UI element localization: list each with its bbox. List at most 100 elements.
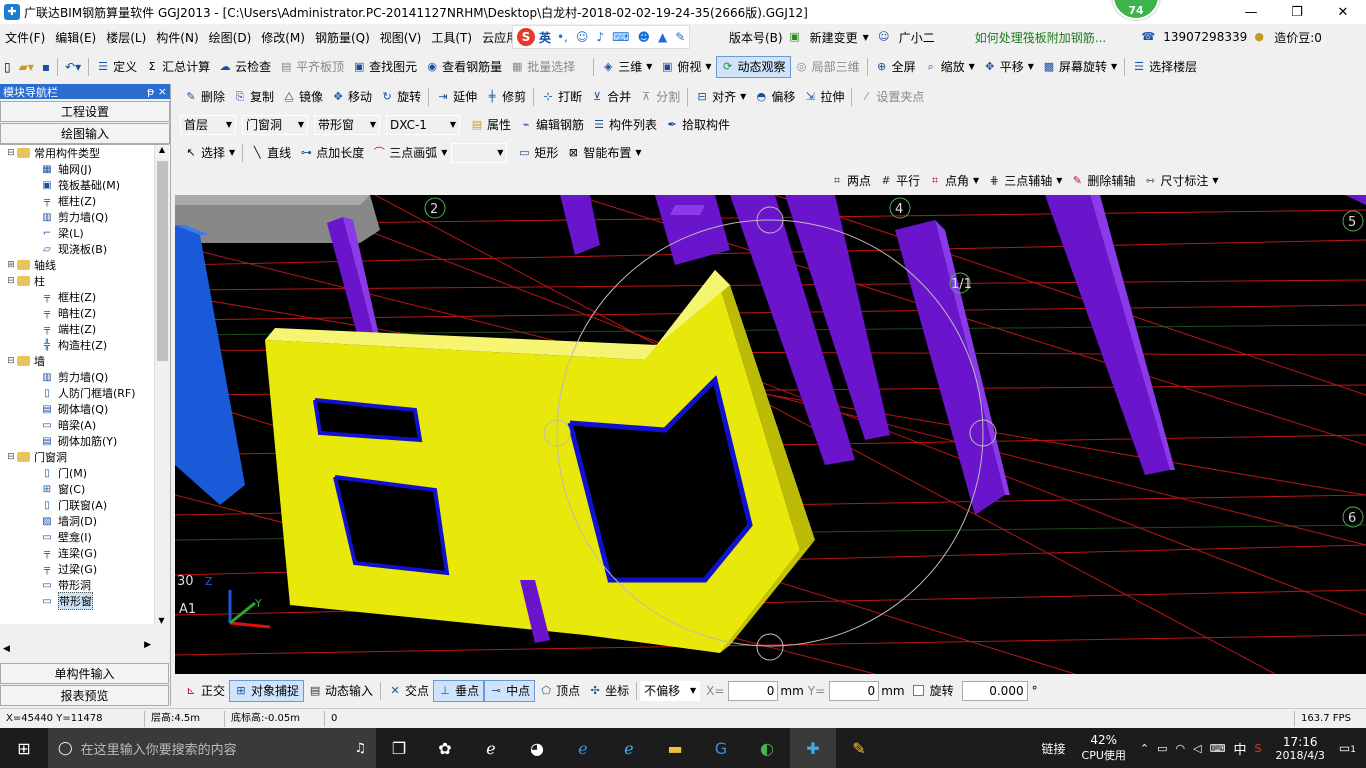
find-button[interactable]: ▣ 查找图元	[348, 56, 421, 78]
blue-wall[interactable]	[175, 225, 245, 505]
tree-item[interactable]: ▯ 门联窗(A)	[0, 497, 169, 513]
tree-item[interactable]: ⊞ 轴线	[0, 257, 169, 273]
clock-time[interactable]: 17:16	[1283, 735, 1318, 749]
sogou-tray-icon[interactable]: S	[1255, 742, 1262, 755]
wrench-icon[interactable]: ✎	[675, 30, 685, 44]
dynamic-input-button[interactable]: ▤ 动态输入	[304, 680, 377, 702]
battery-icon[interactable]: ▭	[1157, 742, 1167, 755]
tree-item[interactable]: ▭ 带形窗	[0, 592, 169, 610]
clock-date[interactable]: 2018/4/3	[1276, 749, 1325, 762]
tree-horizontal-scrollbar[interactable]: ◀ ▶	[0, 640, 169, 656]
three-point-axis-button[interactable]: ⋕ 三点辅轴 ▼	[983, 170, 1066, 192]
notepad-icon[interactable]: ✎	[836, 728, 882, 768]
keyboard-tray-icon[interactable]: ⌨	[1210, 742, 1226, 755]
delete-axis-button[interactable]: ✎ 删除辅轴	[1066, 170, 1139, 192]
price-beans[interactable]: 造价豆:0	[1269, 29, 1327, 46]
set-grip-button[interactable]: ⁄ 设置夹点	[855, 86, 928, 108]
menu-modify[interactable]: 修改(M)	[256, 29, 310, 46]
tree-item[interactable]: ⊟ 墙	[0, 353, 169, 369]
smart-layout-button[interactable]: ⊠ 智能布置 ▼	[562, 142, 645, 164]
trim-button[interactable]: ╪ 修剪	[481, 86, 530, 108]
ime-logo-icon[interactable]: S	[517, 28, 535, 46]
copy-button[interactable]: ⎘ 复制	[229, 86, 278, 108]
select-button[interactable]: ↖ 选择 ▼	[180, 142, 239, 164]
rotate-checkbox[interactable]	[912, 685, 924, 696]
select-floor-button[interactable]: ☰ 选择楼层	[1128, 56, 1201, 78]
local-3d-button[interactable]: ◎ 局部三维	[791, 56, 864, 78]
fullscreen-button[interactable]: ⊕ 全屏	[871, 56, 920, 78]
task-view-icon[interactable]: ❐	[376, 728, 422, 768]
view-rebar-button[interactable]: ◉ 查看钢筋量	[421, 56, 506, 78]
pick-component-button[interactable]: ✒ 拾取构件	[661, 114, 734, 136]
offset-button[interactable]: ◓ 偏移	[750, 86, 799, 108]
tree-item[interactable]: ╤ 框柱(Z)	[0, 193, 169, 209]
user-phone[interactable]: 13907298339	[1158, 30, 1252, 44]
menu-view[interactable]: 视图(V)	[375, 29, 427, 46]
chevron-down-icon[interactable]: ▼	[863, 33, 869, 42]
coordinate-button[interactable]: ✣ 坐标	[584, 680, 633, 702]
tree-item[interactable]: ▨ 墙洞(D)	[0, 513, 169, 529]
close-panel-icon[interactable]: ×	[158, 85, 167, 98]
cloud-check-button[interactable]: ☁ 云检查	[214, 56, 275, 78]
line-button[interactable]: ╲ 直线	[246, 142, 295, 164]
browser-e-icon[interactable]: ℯ	[468, 728, 514, 768]
ime-tray[interactable]: 中	[1234, 739, 1247, 758]
sum-button[interactable]: Σ 汇总计算	[141, 56, 214, 78]
yellow-window-wall[interactable]	[265, 270, 815, 653]
edit-rebar-button[interactable]: ⌁ 编辑钢筋	[515, 114, 588, 136]
restore-button[interactable]: ❐	[1274, 0, 1320, 24]
pan-button[interactable]: ✥ 平移 ▼	[979, 56, 1038, 78]
component-select[interactable]: DXC-1 ▼	[386, 114, 460, 135]
top-view-button[interactable]: ▣ 俯视 ▼	[656, 56, 715, 78]
expand-icon[interactable]: ⊞	[6, 260, 16, 270]
midpoint-button[interactable]: ⊸ 中点	[484, 679, 536, 702]
y-input[interactable]	[829, 680, 880, 701]
close-button[interactable]: ✕	[1320, 0, 1366, 24]
menu-component[interactable]: 构件(N)	[151, 29, 203, 46]
3d-viewport[interactable]: 2 4 5 6 1/1 A1 30 Z Y	[175, 195, 1366, 674]
question-link[interactable]: 如何处理筏板附加钢筋...	[970, 29, 1111, 46]
extend-button[interactable]: ⇥ 延伸	[432, 86, 481, 108]
360-icon[interactable]: ◐	[744, 728, 790, 768]
glodon-g-icon[interactable]: G	[698, 728, 744, 768]
score-badge[interactable]: 74	[1112, 0, 1160, 20]
tree-item[interactable]: ▯ 人防门框墙(RF)	[0, 385, 169, 401]
point-length-button[interactable]: ⊶ 点加长度	[295, 142, 368, 164]
edge-icon[interactable]: ℯ	[560, 728, 606, 768]
3d-scene[interactable]: 2 4 5 6 1/1 A1 30 Z Y	[175, 195, 1366, 674]
collapse-icon[interactable]: ⊟	[6, 356, 16, 366]
properties-button[interactable]: ▤ 属性	[466, 114, 515, 136]
scroll-thumb[interactable]	[157, 161, 168, 361]
ime-mode[interactable]: 英	[539, 29, 551, 46]
break-button[interactable]: ⊹ 打断	[537, 86, 586, 108]
start-icon[interactable]: ⊞	[0, 728, 48, 768]
tray-up-icon[interactable]: ⌃	[1140, 742, 1149, 755]
menu-edit[interactable]: 编辑(E)	[50, 29, 101, 46]
assistant-button[interactable]: 广小二	[894, 29, 940, 46]
batch-select-button[interactable]: ▦ 批量选择	[506, 56, 579, 78]
new-file-icon[interactable]: ▯	[0, 56, 15, 78]
file-explorer-icon[interactable]: ▬	[652, 728, 698, 768]
tree-item[interactable]: ⊟ 门窗洞	[0, 449, 169, 465]
perpendicular-button[interactable]: ⊥ 垂点	[433, 679, 485, 702]
tree-item[interactable]: ▣ 筏板基础(M)	[0, 177, 169, 193]
tree-item[interactable]: ▭ 壁龛(I)	[0, 529, 169, 545]
split-button[interactable]: ⊼ 分割	[635, 86, 684, 108]
rect-button[interactable]: ▭ 矩形	[513, 142, 562, 164]
collapse-icon[interactable]: ⊟	[6, 148, 16, 158]
point-angle-button[interactable]: ⌗ 点角 ▼	[924, 170, 983, 192]
flat-top-button[interactable]: ▤ 平齐板顶	[275, 56, 348, 78]
tree-item[interactable]: ╤ 过梁(G)	[0, 561, 169, 577]
arc-button[interactable]: ⌒ 三点画弧 ▼	[368, 142, 451, 164]
ie-icon[interactable]: ℯ	[606, 728, 652, 768]
minimize-button[interactable]: —	[1228, 0, 1274, 24]
move-button[interactable]: ✥ 移动	[327, 86, 376, 108]
align-button[interactable]: ⊟ 对齐 ▼	[691, 86, 750, 108]
tree-item[interactable]: ▯ 门(M)	[0, 465, 169, 481]
wifi-icon[interactable]: ◠	[1176, 742, 1186, 755]
rotate-button[interactable]: ↻ 旋转	[376, 86, 425, 108]
parallel-button[interactable]: # 平行	[875, 170, 924, 192]
zoom-button[interactable]: ⌕ 缩放 ▼	[920, 56, 979, 78]
tree-item[interactable]: ⌐ 梁(L)	[0, 225, 169, 241]
three-d-button[interactable]: ◈ 三维 ▼	[597, 56, 656, 78]
